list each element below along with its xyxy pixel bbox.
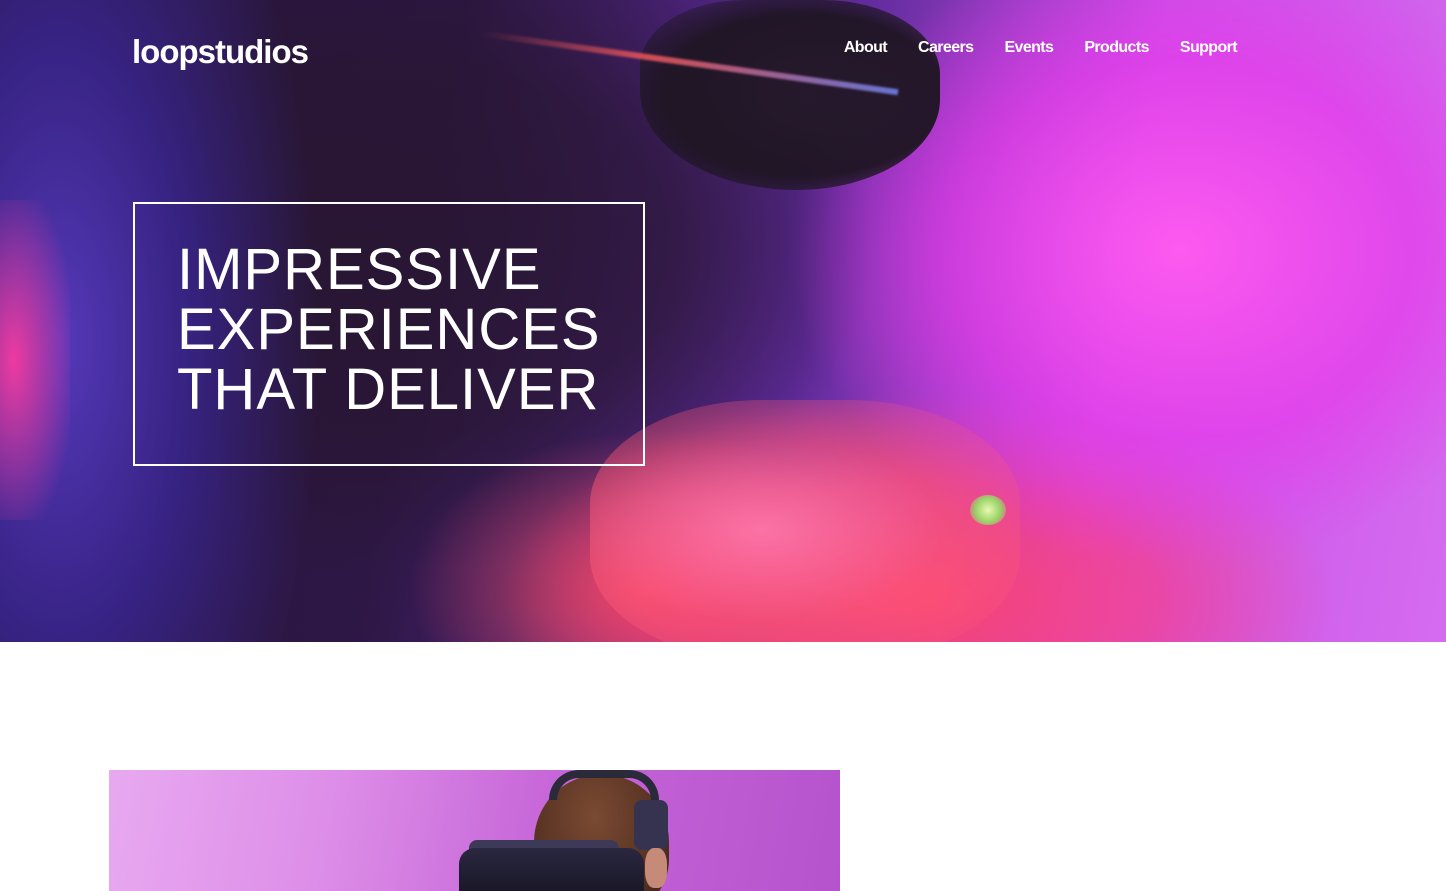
interactive-vr-image [109, 770, 840, 891]
nav-link-support[interactable]: Support [1180, 36, 1238, 60]
hero-headline-line: EXPERIENCES [177, 297, 601, 362]
nav-link-events[interactable]: Events [1004, 36, 1053, 60]
headset-strap [549, 770, 659, 800]
nav-link-about[interactable]: About [844, 36, 888, 60]
nav-link-products[interactable]: Products [1084, 36, 1149, 60]
nav-link-careers[interactable]: Careers [918, 36, 974, 60]
main-nav: About Careers Events Products Support [844, 36, 1238, 60]
hero-headline: IMPRESSIVE EXPERIENCES THAT DELIVER [177, 240, 643, 420]
person-ear [645, 848, 667, 888]
headset-side-strap [634, 800, 668, 850]
hero-image-tattoo-glow [590, 400, 1020, 642]
hero-image-vr-headset-shape [640, 0, 940, 190]
vr-headset [459, 848, 644, 891]
hero-section: loopstudios About Careers Events Product… [0, 0, 1446, 642]
hero-headline-box: IMPRESSIVE EXPERIENCES THAT DELIVER [133, 202, 645, 466]
hero-image-green-light [970, 495, 1006, 525]
site-logo[interactable]: loopstudios [132, 30, 309, 74]
hero-image-left-glow [0, 200, 70, 520]
hero-headline-line: THAT DELIVER [177, 357, 600, 422]
hero-headline-line: IMPRESSIVE [177, 237, 542, 302]
